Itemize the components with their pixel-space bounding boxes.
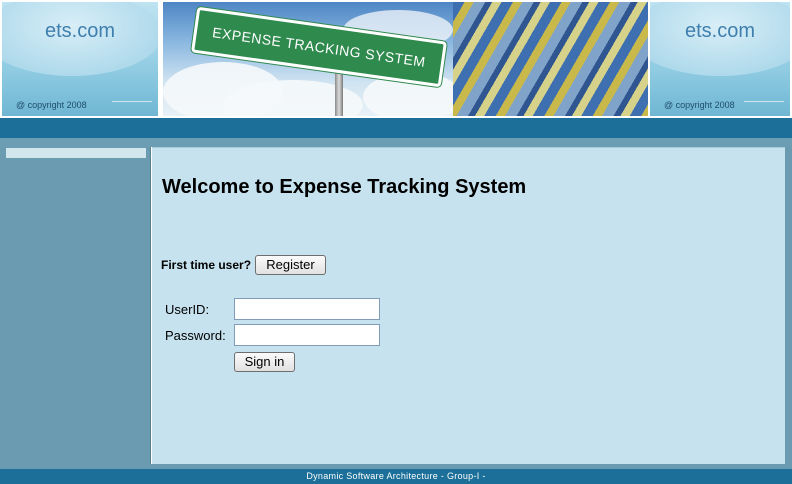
footer: Dynamic Software Architecture - Group-I … [0,469,792,484]
header-stripe [0,138,792,147]
copyright-left: @ copyright 2008 [16,100,87,110]
main-content: Welcome to Expense Tracking System First… [152,147,785,465]
copyright-right: @ copyright 2008 [664,100,735,110]
page-title: Welcome to Expense Tracking System [162,176,527,198]
brand-logo-right: ets.com [684,20,756,42]
decorative-ruler [112,93,152,102]
register-button[interactable]: Register [255,255,326,275]
first-time-user-label: First time user? [161,258,252,272]
sidebar-header-bar [6,148,146,158]
content-right-border [785,147,792,469]
password-field[interactable] [234,324,380,346]
header-banner: ets.com @ copyright 2008 EXPENSE TRACKIN… [0,0,792,118]
brand-panel-right: ets.com @ copyright 2008 [650,2,790,116]
sign-pole [335,72,343,116]
sidebar [0,147,151,469]
money-image [453,2,648,116]
top-nav-bar [0,118,792,138]
userid-label: UserID: [165,302,210,317]
userid-field[interactable] [234,298,380,320]
signin-button[interactable]: Sign in [234,352,295,372]
brand-logo-left: ets.com [44,20,116,42]
header-photo: EXPENSE TRACKING SYSTEM [163,2,648,116]
brand-panel-left: ets.com @ copyright 2008 [2,2,158,116]
decorative-ruler [744,93,784,102]
password-label: Password: [165,328,226,343]
